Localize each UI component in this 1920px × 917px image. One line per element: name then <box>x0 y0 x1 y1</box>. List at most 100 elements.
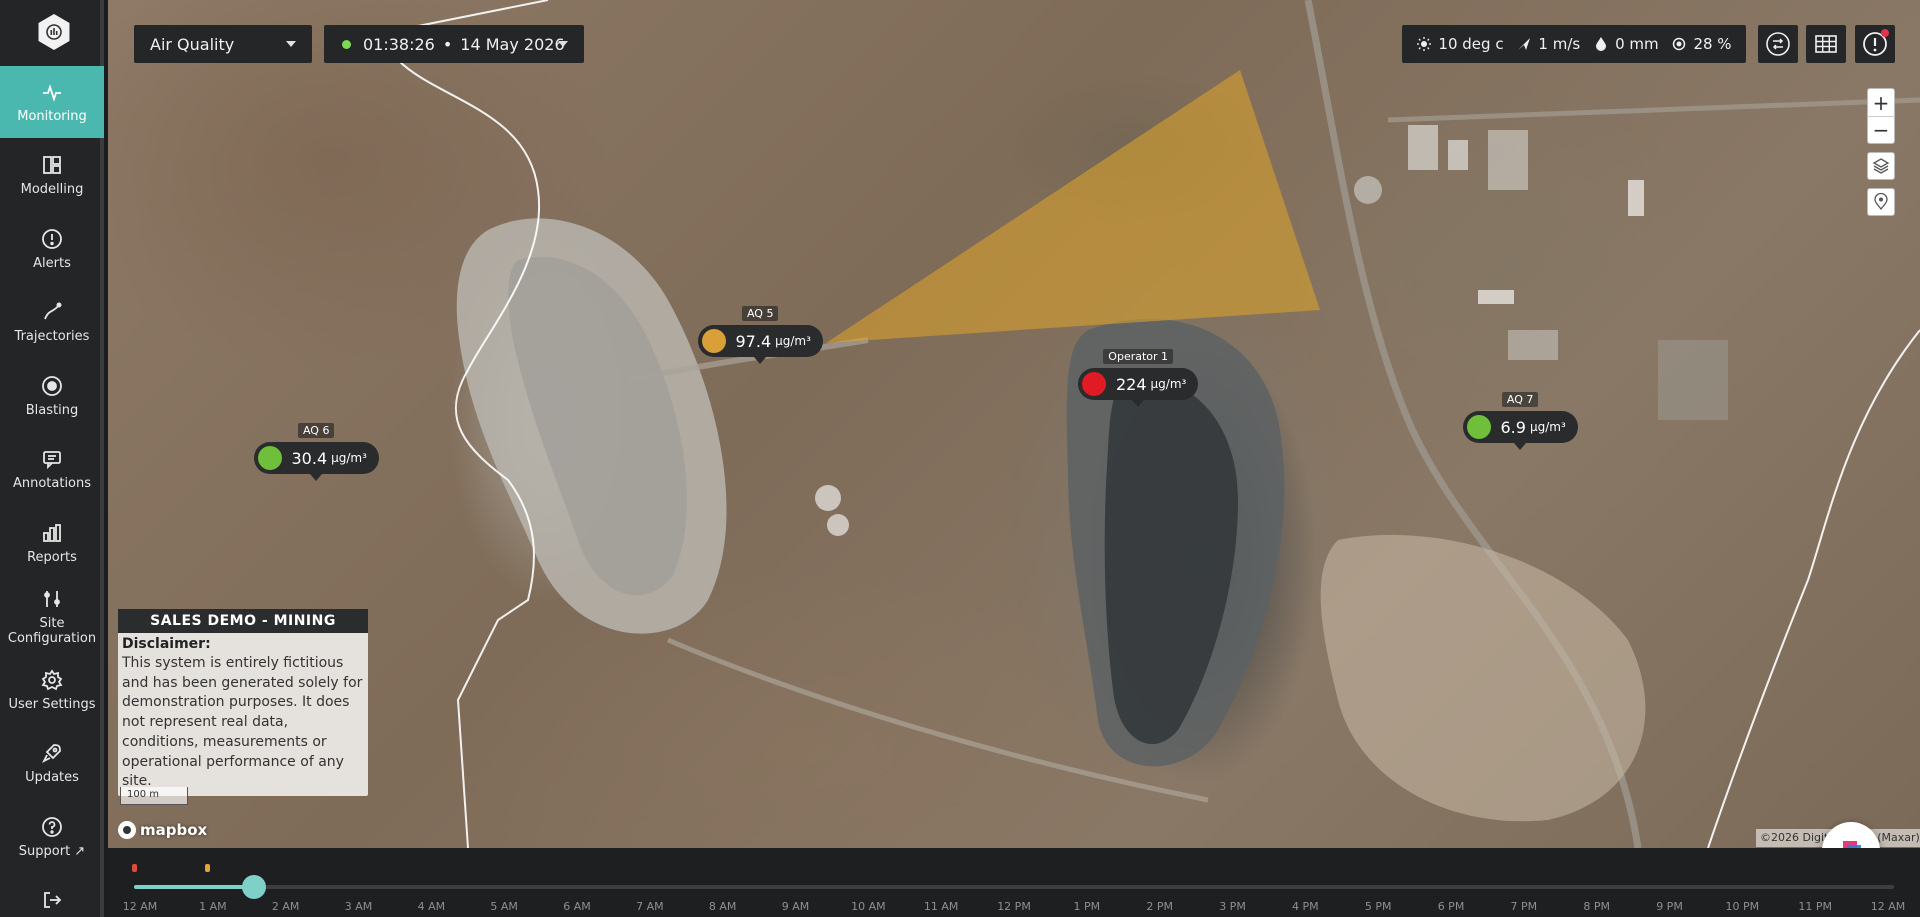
sidebar-item-label: Annotations <box>12 476 92 491</box>
current-date: 14 May 2026 <box>460 34 565 54</box>
sidebar-item-annotations[interactable]: Annotations <box>0 434 104 506</box>
sidebar-item-label: Updates <box>25 770 79 785</box>
trajectory-icon <box>41 301 63 323</box>
wind-value: 1 m/s <box>1538 35 1581 53</box>
sidebar: Monitoring Modelling Alerts Trajectories Bla… <box>0 0 104 917</box>
app-logo[interactable] <box>38 14 70 50</box>
sidebar-item-modelling[interactable]: Modelling <box>0 140 104 212</box>
timeline-hour-label: 1 PM <box>1073 900 1101 913</box>
disclaimer-subtitle: Disclaimer: <box>122 636 211 652</box>
timeline-event-marker[interactable] <box>132 864 137 872</box>
sidebar-item-label: Support ↗ <box>18 843 86 859</box>
sensor-unit: µg/m³ <box>1529 420 1566 434</box>
sidebar-item-site-configuration[interactable]: Site Configuration <box>0 581 104 653</box>
sidebar-item-updates[interactable]: Updates <box>0 728 104 800</box>
sidebar-item-label: Site Configuration <box>7 615 97 646</box>
logo-icon <box>46 24 62 40</box>
sensor-value: 224 <box>1116 374 1147 394</box>
sensor-reading: 224 µg/m³ <box>1078 368 1199 400</box>
sensor-status-dot <box>701 329 726 353</box>
sidebar-item-label: User Settings <box>8 696 96 712</box>
timeline-hour-label: 9 PM <box>1656 900 1683 913</box>
map-pin-icon <box>1874 193 1888 211</box>
notifications-button[interactable] <box>1855 25 1895 63</box>
target-icon <box>41 375 63 397</box>
timeline-hour-label: 12 AM <box>1870 900 1906 913</box>
grid-icon <box>1815 35 1837 53</box>
weather-humidity: 28 % <box>1671 35 1732 53</box>
timeline-thumb[interactable] <box>242 875 267 899</box>
time-separator: • <box>442 34 453 54</box>
sidebar-item-monitoring[interactable]: Monitoring <box>0 66 104 138</box>
sensor-marker-aq6[interactable]: AQ 6 30.4 µg/m³ <box>253 423 379 481</box>
weather-wind: 1 m/s <box>1516 35 1580 53</box>
sidebar-item-alerts[interactable]: Alerts <box>0 213 104 285</box>
zoom-in-button[interactable]: + <box>1867 89 1895 116</box>
timeline-bar: 12 AM 1 AM 2 AM 3 AM 4 AM 5 AM 6 AM 7 AM 8 AM 9 A… <box>108 848 1920 917</box>
mapbox-logo[interactable]: mapbox <box>118 821 207 839</box>
swap-icon <box>1766 32 1790 56</box>
location-button[interactable] <box>1867 188 1895 216</box>
sensor-value: 97.4 <box>735 331 772 351</box>
mapbox-wordmark: mapbox <box>140 821 208 839</box>
sensor-unit: µg/m³ <box>331 451 367 465</box>
logout-icon <box>41 889 63 911</box>
app-root: Monitoring Modelling Alerts Trajectories Bla… <box>0 0 1920 917</box>
sidebar-item-blasting[interactable]: Blasting <box>0 360 104 432</box>
timeline-hour-label: 12 PM <box>997 900 1031 913</box>
sensor-status-dot <box>1466 415 1491 439</box>
layer-dropdown[interactable]: Air Quality <box>134 25 312 63</box>
sensor-name: AQ 5 <box>741 306 779 321</box>
rocket-icon <box>41 742 63 764</box>
sensor-reading: 30.4 µg/m³ <box>253 442 379 474</box>
humidity-value: 28 % <box>1693 35 1732 53</box>
chevron-down-icon <box>286 41 296 47</box>
sidebar-item-reports[interactable]: Reports <box>0 507 104 579</box>
bar-chart-icon <box>41 522 63 544</box>
wind-direction-icon <box>1516 36 1532 52</box>
live-indicator-dot <box>342 39 351 49</box>
timeline-hour-label: 5 AM <box>490 900 518 913</box>
layout-icon <box>41 154 63 176</box>
chevron-down-icon <box>558 41 568 47</box>
notification-badge <box>1881 29 1889 37</box>
timeline-event-marker[interactable] <box>205 864 211 872</box>
grid-view-button[interactable] <box>1806 25 1846 63</box>
sensor-marker-aq7[interactable]: AQ 7 6.9 µg/m³ <box>1462 392 1578 450</box>
swap-button[interactable] <box>1758 25 1798 63</box>
timeline-hour-label: 5 PM <box>1364 900 1392 913</box>
sensor-name: AQ 7 <box>1501 392 1539 407</box>
timeline-track[interactable] <box>134 875 1894 899</box>
sidebar-item-support[interactable]: Support ↗ <box>0 801 104 873</box>
sensor-unit: µg/m³ <box>1150 377 1187 391</box>
help-circle-icon <box>41 816 63 838</box>
sidebar-item-user-settings[interactable]: User Settings <box>0 654 104 726</box>
humidity-icon <box>1671 36 1687 52</box>
layers-button[interactable] <box>1867 152 1895 180</box>
timeline-hour-label: 7 AM <box>636 900 664 913</box>
gear-icon <box>41 668 63 691</box>
current-time: 01:38:26 <box>363 34 435 54</box>
sidebar-item-trajectories[interactable]: Trajectories <box>0 287 104 359</box>
timeline-hour-label: 9 AM <box>781 900 810 913</box>
alert-circle-icon <box>41 228 63 250</box>
dust-plume <box>826 70 1320 343</box>
sidebar-item-label: Alerts <box>33 255 71 271</box>
sidebar-item-logout[interactable]: Logout <box>0 875 104 917</box>
layers-icon <box>1872 158 1890 174</box>
zoom-out-button[interactable]: − <box>1867 116 1895 143</box>
time-dropdown[interactable]: 01:38:26 • 14 May 2026 <box>324 25 584 63</box>
satellite-map[interactable] <box>108 0 1920 848</box>
sensor-pointer <box>310 474 323 481</box>
sensor-name: Operator 1 <box>1103 349 1174 364</box>
sensor-marker-operator1[interactable]: Operator 1 224 µg/m³ <box>1078 349 1199 407</box>
timeline-hour-label: 3 PM <box>1219 900 1246 913</box>
timeline-hour-label: 4 PM <box>1292 900 1319 913</box>
sun-icon <box>1416 36 1432 52</box>
timeline-hour-label: 1 AM <box>199 900 227 913</box>
timeline-progress <box>134 885 255 889</box>
comment-icon <box>41 448 63 470</box>
timeline-hour-label: 8 AM <box>708 900 737 913</box>
disclaimer-body: This system is entirely fictitious and h… <box>122 655 363 790</box>
sensor-marker-aq5[interactable]: AQ 5 97.4 µg/m³ <box>697 306 823 364</box>
